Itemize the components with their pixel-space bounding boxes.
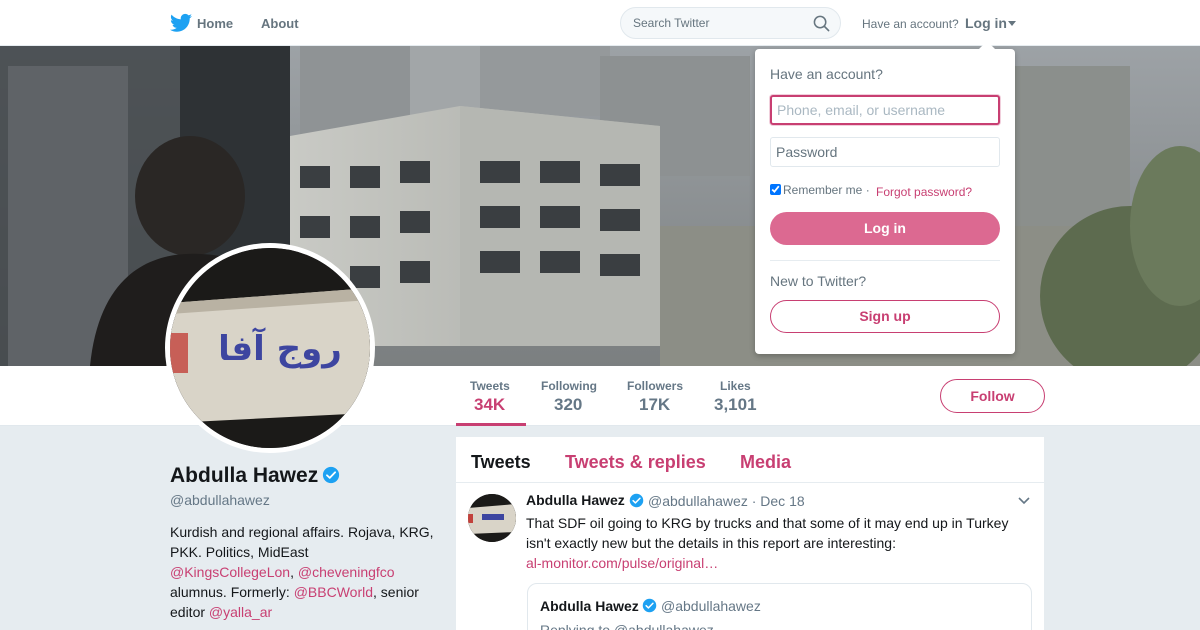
tweet-text: That SDF oil going to KRG by trucks and …: [526, 513, 1031, 573]
bio-text: alumnus. Formerly:: [170, 584, 294, 600]
tab-tweets[interactable]: Tweets: [471, 452, 531, 473]
login-menu-toggle[interactable]: Log in: [965, 15, 1007, 31]
login-button[interactable]: Log in: [770, 212, 1000, 245]
twitter-bird-icon[interactable]: [170, 13, 192, 33]
tab-tweets-replies[interactable]: Tweets & replies: [565, 452, 706, 473]
quote-author-name: Abdulla Hawez: [540, 598, 639, 614]
nav-home-link[interactable]: Home: [197, 16, 233, 31]
stat-value: 34K: [474, 395, 506, 414]
nav-about-link[interactable]: About: [261, 16, 299, 31]
quote-author-handle: @abdullahawez: [661, 598, 761, 614]
caret-down-icon[interactable]: [1008, 21, 1016, 26]
quote-replying-to: Replying to @abdullahawez: [540, 622, 714, 630]
search-box[interactable]: [620, 7, 841, 39]
bio-mention-link[interactable]: @BBCWorld: [294, 584, 373, 600]
bio-mention-link[interactable]: @cheveningfco: [298, 564, 395, 580]
profile-name: Abdulla Hawez: [170, 464, 319, 487]
tweet-date[interactable]: · Dec 18: [752, 493, 805, 509]
quoted-tweet[interactable]: Abdulla Hawez @abdullahawez Replying to …: [527, 583, 1032, 630]
bio-mention-link[interactable]: @yalla_ar: [209, 604, 272, 620]
stat-label: Likes: [720, 379, 751, 393]
have-account-text: Have an account?: [862, 17, 959, 31]
verified-icon: [642, 598, 657, 613]
remember-me-label: Remember me: [783, 183, 863, 197]
tweet-meta: @abdullahawez · Dec 18: [648, 493, 805, 509]
chevron-down-icon[interactable]: [1018, 497, 1030, 505]
avatar-wall-text: روج آفا: [218, 327, 342, 369]
verified-icon: [322, 466, 340, 484]
bio-text: ,: [290, 564, 298, 580]
stat-label: Tweets: [470, 379, 510, 393]
search-input[interactable]: [633, 16, 803, 30]
stat-tweets[interactable]: Tweets 34K: [470, 379, 510, 415]
stat-value: 320: [554, 395, 583, 414]
profile-avatar[interactable]: روج آفا: [165, 243, 375, 453]
dropdown-title: Have an account?: [770, 66, 883, 82]
active-stat-indicator: [456, 423, 526, 426]
tweet-avatar[interactable]: [468, 494, 516, 542]
remember-me-checkbox[interactable]: [770, 184, 781, 195]
password-field[interactable]: [770, 137, 1000, 167]
top-navigation: Home About Have an account? Log in: [0, 0, 1200, 46]
stat-following[interactable]: Following 320: [541, 379, 597, 415]
stat-value: 17K: [639, 395, 671, 414]
separator-dot: ·: [865, 183, 870, 197]
tweet-avatar-photo: [468, 494, 516, 542]
bio-mention-link[interactable]: @KingsCollegeLon: [170, 564, 290, 580]
forgot-password-link[interactable]: Forgot password?: [876, 185, 972, 199]
new-to-twitter-text: New to Twitter?: [770, 273, 867, 289]
stat-label: Following: [541, 379, 597, 393]
follow-button[interactable]: Follow: [940, 379, 1045, 413]
divider: [770, 260, 1000, 261]
remember-me[interactable]: Remember me ·: [770, 183, 870, 197]
stat-label: Followers: [627, 379, 684, 393]
tweet-author-name[interactable]: Abdulla Hawez: [526, 492, 625, 508]
stat-likes[interactable]: Likes 3,101: [714, 379, 757, 415]
timeline: Tweets Tweets & replies Media Abdulla Ha…: [456, 437, 1044, 630]
timeline-tabs: Tweets Tweets & replies Media: [456, 437, 1044, 483]
search-icon[interactable]: [813, 15, 830, 32]
avatar-photo: روج آفا: [170, 248, 370, 448]
stat-value: 3,101: [714, 395, 757, 414]
username-field[interactable]: [770, 95, 1000, 125]
profile-bio: Kurdish and regional affairs. Rojava, KR…: [170, 522, 435, 622]
bio-text: Kurdish and regional affairs. Rojava, KR…: [170, 524, 434, 560]
signup-button[interactable]: Sign up: [770, 300, 1000, 333]
profile-handle[interactable]: @abdullahawez: [170, 492, 270, 508]
tweet-body: That SDF oil going to KRG by trucks and …: [526, 515, 1009, 551]
verified-icon: [629, 493, 644, 508]
stat-followers[interactable]: Followers 17K: [627, 379, 683, 415]
tweet-link[interactable]: al-monitor.com/pulse/original…: [526, 555, 718, 571]
tweet-author-handle[interactable]: @abdullahawez: [648, 493, 748, 509]
login-dropdown: Have an account? Remember me · Forgot pa…: [755, 41, 1015, 354]
tab-media[interactable]: Media: [740, 452, 791, 473]
